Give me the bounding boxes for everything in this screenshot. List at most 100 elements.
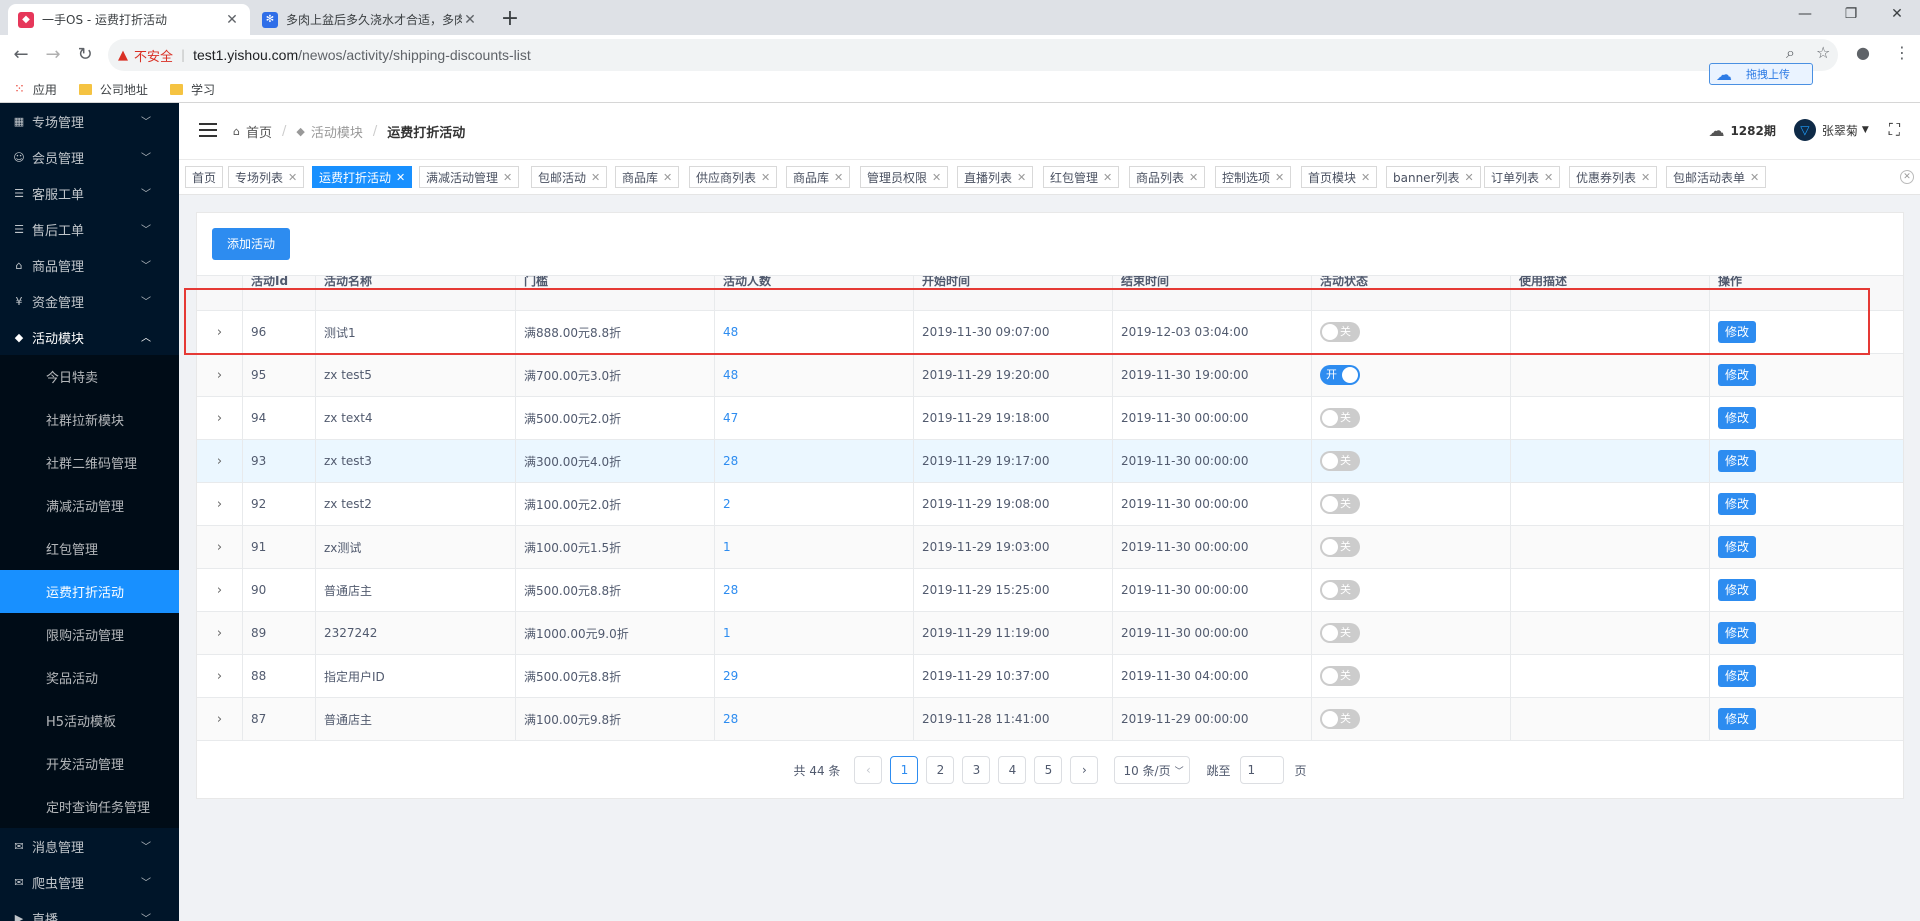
bookmark-study[interactable]: 学习 (169, 81, 215, 98)
tag-item[interactable]: 直播列表 ✕ (957, 166, 1034, 188)
close-icon[interactable]: ✕ (1361, 171, 1370, 184)
tag-item-active[interactable]: 运费打折活动 ✕ (312, 166, 413, 188)
close-icon[interactable]: ✕ (932, 171, 941, 184)
table-row[interactable]: › 90 普通店主 满500.00元8.8折 28 2019-11-29 15:25:00… (197, 569, 1903, 612)
sidebar-item-live[interactable]: ▶ 直播 ﹀ (0, 900, 179, 921)
tag-item[interactable]: 商品库 ✕ (615, 166, 680, 188)
hamburger-menu-icon[interactable] (199, 123, 217, 137)
close-tab-icon[interactable]: ✕ (462, 12, 478, 28)
sidebar-item-products[interactable]: ⌂ 商品管理 ﹀ (0, 247, 179, 283)
page-button[interactable]: 2 (926, 756, 955, 784)
table-row[interactable]: › 96 测试1 满888.00元8.8折 48 2019-11-30 09:07:00 2… (197, 311, 1903, 354)
close-icon[interactable]: ✕ (396, 171, 405, 184)
expand-row-icon[interactable]: › (197, 526, 243, 568)
sidebar-item-service-tickets[interactable]: ☰ 客服工单 ﹀ (0, 175, 179, 211)
tag-item[interactable]: 首页模块 ✕ (1301, 166, 1378, 188)
expand-row-icon[interactable]: › (197, 354, 243, 396)
submenu-item[interactable]: H5活动模板 (0, 699, 179, 742)
breadcrumb-home[interactable]: 首页 (246, 122, 272, 141)
table-row[interactable]: › 89 2327242 满1000.00元9.0折 1 2019-11-29 11:19… (197, 612, 1903, 655)
sidebar-item-members[interactable]: ☺ 会员管理 ﹀ (0, 139, 179, 175)
status-toggle[interactable]: 关 (1320, 408, 1360, 428)
edit-button[interactable]: 修改 (1718, 493, 1756, 515)
restore-button[interactable]: ❐ (1828, 0, 1874, 30)
close-icon[interactable]: ✕ (1544, 171, 1553, 184)
reload-icon[interactable]: ↻ (70, 41, 100, 69)
page-button[interactable]: 5 (1034, 756, 1063, 784)
submenu-item[interactable]: 开发活动管理 (0, 742, 179, 785)
menu-dots-icon[interactable]: ⋮ (1894, 43, 1910, 62)
close-tab-icon[interactable]: ✕ (224, 12, 240, 28)
cell-participants-text[interactable]: 28 (723, 454, 738, 468)
close-icon[interactable]: ✕ (1641, 171, 1650, 184)
new-tab-button[interactable]: + (496, 6, 524, 34)
status-toggle[interactable]: 关 (1320, 537, 1360, 557)
cell-participants-text[interactable]: 28 (723, 712, 738, 726)
submenu-item[interactable]: 今日特卖 (0, 355, 179, 398)
forward-arrow-icon[interactable]: → (38, 41, 68, 69)
expand-row-icon[interactable]: › (197, 612, 243, 654)
tag-item[interactable]: 订单列表 ✕ (1484, 166, 1561, 188)
cell-participants-text[interactable]: 1 (723, 540, 731, 554)
search-icon[interactable]: ⌕ (1786, 43, 1795, 63)
submenu-item[interactable]: 限购活动管理 (0, 613, 179, 656)
expand-row-icon[interactable]: › (197, 698, 243, 740)
close-icon[interactable]: ✕ (663, 171, 672, 184)
cell-participants-text[interactable]: 48 (723, 325, 738, 339)
close-icon[interactable]: ✕ (503, 171, 512, 184)
page-size-select[interactable]: 10 条/页 ﹀ (1114, 756, 1191, 784)
avatar[interactable]: ▽ (1793, 119, 1816, 141)
table-row[interactable]: › 87 普通店主 满100.00元9.8折 28 2019-11-28 11:41:00… (197, 698, 1903, 741)
edit-button[interactable]: 修改 (1718, 321, 1756, 343)
bookmark-apps[interactable]: ⁙ 应用 (14, 81, 57, 98)
fullscreen-icon[interactable]: ⛶ (1889, 120, 1900, 140)
tag-item[interactable]: 优惠券列表 ✕ (1569, 166, 1658, 188)
close-icon[interactable]: ✕ (1017, 171, 1026, 184)
table-row[interactable]: › 93 zx test3 满300.00元4.0折 28 2019-11-29 19:1… (197, 440, 1903, 483)
prev-page-button[interactable]: ‹ (854, 756, 883, 784)
bookmark-company-address[interactable]: 公司地址 (78, 81, 148, 98)
cell-participants-text[interactable]: 2 (723, 497, 731, 511)
edit-button[interactable]: 修改 (1718, 708, 1756, 730)
close-icon[interactable]: ✕ (834, 171, 843, 184)
edit-button[interactable]: 修改 (1718, 536, 1756, 558)
status-toggle[interactable]: 关 (1320, 709, 1360, 729)
submenu-item[interactable]: 奖品活动 (0, 656, 179, 699)
tag-item[interactable]: 商品列表 ✕ (1129, 166, 1206, 188)
submenu-item[interactable]: 定时查询任务管理 (0, 785, 179, 828)
drag-upload-widget[interactable]: ☁ 拖拽上传 (1709, 63, 1813, 85)
table-row[interactable]: › 91 zx测试 满100.00元1.5折 1 2019-11-29 19:03:00 2… (197, 526, 1903, 569)
cell-participants-text[interactable]: 28 (723, 583, 738, 597)
submenu-item[interactable]: 红包管理 (0, 527, 179, 570)
cell-participants-text[interactable]: 1 (723, 626, 731, 640)
close-icon[interactable]: ✕ (591, 171, 600, 184)
status-toggle[interactable]: 关 (1320, 322, 1360, 342)
tag-item[interactable]: banner列表 ✕ (1386, 166, 1481, 188)
tag-home[interactable]: 首页 (185, 166, 224, 188)
tag-item[interactable]: 专场列表 ✕ (228, 166, 305, 188)
edit-button[interactable]: 修改 (1718, 579, 1756, 601)
back-arrow-icon[interactable]: ← (6, 41, 36, 69)
minimize-button[interactable]: — (1782, 0, 1828, 30)
jump-page-input[interactable]: 1 (1240, 756, 1285, 784)
caret-down-icon[interactable]: ▼ (1862, 125, 1869, 135)
cell-participants-text[interactable]: 47 (723, 411, 738, 425)
tag-item[interactable]: 控制选项 ✕ (1215, 166, 1292, 188)
tag-item[interactable]: 满减活动管理 ✕ (419, 166, 520, 188)
tag-item[interactable]: 商品库 ✕ (786, 166, 851, 188)
close-icon[interactable]: ✕ (1103, 171, 1112, 184)
tag-item[interactable]: 包邮活动 ✕ (531, 166, 608, 188)
page-button[interactable]: 3 (962, 756, 991, 784)
expand-row-icon[interactable]: › (197, 483, 243, 525)
expand-row-icon[interactable]: › (197, 569, 243, 611)
edit-button[interactable]: 修改 (1718, 622, 1756, 644)
sidebar-item-crawler[interactable]: ✉ 爬虫管理 ﹀ (0, 864, 179, 900)
edit-button[interactable]: 修改 (1718, 450, 1756, 472)
page-button[interactable]: 4 (998, 756, 1027, 784)
account-icon[interactable]: ● (1856, 43, 1870, 62)
user-name[interactable]: 张翠菊 (1822, 122, 1858, 139)
close-icon[interactable]: ✕ (1275, 171, 1284, 184)
page-button-current[interactable]: 1 (890, 756, 919, 784)
edit-button[interactable]: 修改 (1718, 364, 1756, 386)
expand-row-icon[interactable]: › (197, 311, 243, 353)
